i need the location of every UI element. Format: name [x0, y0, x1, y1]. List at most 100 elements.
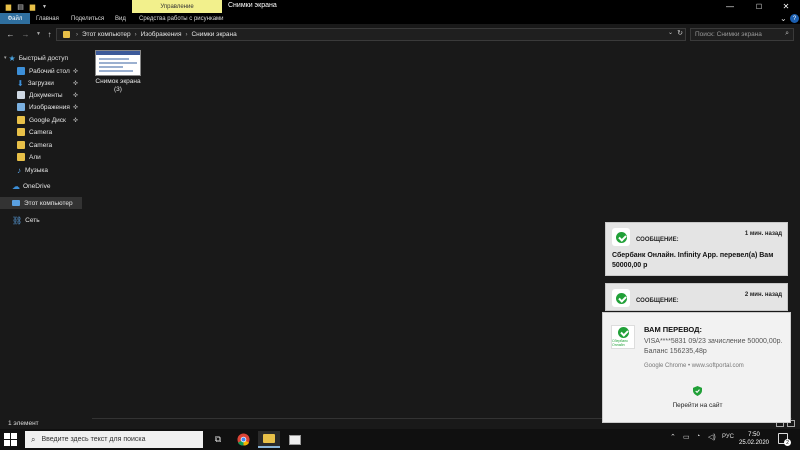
- folder-icon: [17, 153, 25, 161]
- taskbar: ⌕ ⧉ ⌃ ▭ ◔ ◁) РУС 7:50 25.02.2020 2: [0, 429, 800, 450]
- folder-icon: [17, 141, 25, 149]
- sidebar-item-label: OneDrive: [23, 182, 51, 190]
- pin-icon[interactable]: ✜: [73, 68, 78, 75]
- go-to-site-button[interactable]: Перейти на сайт: [603, 402, 792, 409]
- minimize-button[interactable]: —: [716, 0, 744, 13]
- new-folder-icon[interactable]: ▆: [28, 2, 37, 11]
- sidebar-item-camera[interactable]: Camera: [0, 126, 82, 138]
- navigation-bar: ← → ▼ ↑ › Этот компьютер › Изображения ›…: [0, 24, 800, 44]
- item-count: 1 элемент: [8, 420, 39, 427]
- shield-icon: [693, 386, 702, 396]
- address-bar[interactable]: › Этот компьютер › Изображения › Снимки …: [56, 28, 686, 41]
- tab-home[interactable]: Главная: [36, 13, 59, 24]
- task-view-icon[interactable]: ⧉: [207, 431, 229, 448]
- sidebar-item-pictures[interactable]: Изображения ✜: [0, 101, 82, 113]
- back-arrow-icon[interactable]: ←: [5, 28, 16, 40]
- network-tray-icon[interactable]: ◔: [696, 433, 700, 440]
- recent-chevron-icon[interactable]: ▼: [33, 28, 44, 40]
- window-title: Снимки экрана: [228, 2, 277, 9]
- sidebar-item-documents[interactable]: Документы ✜: [0, 89, 82, 101]
- sidebar-item-label: Изображения: [29, 103, 70, 111]
- chevron-down-icon: ▾: [4, 55, 7, 61]
- notification-count-badge: 2: [784, 439, 791, 446]
- sidebar-item-label: Camera: [29, 141, 53, 149]
- taskbar-search-input[interactable]: [41, 436, 192, 443]
- sidebar-item-label: Быстрый доступ: [18, 54, 69, 62]
- sidebar-item-google-drive[interactable]: Google Диск ✜: [0, 114, 82, 126]
- star-icon: ★: [8, 53, 16, 63]
- sidebar-item-label: Документы: [29, 91, 63, 99]
- computer-icon: [12, 200, 20, 206]
- notification-label: СООБЩЕНИЕ:: [636, 298, 679, 304]
- clock[interactable]: 7:50 25.02.2020: [736, 431, 772, 447]
- pin-icon[interactable]: ✜: [73, 80, 78, 87]
- chevron-down-icon[interactable]: ▼: [40, 2, 49, 11]
- pin-icon[interactable]: ✜: [73, 92, 78, 99]
- sidebar-item-desktop[interactable]: Рабочий стол ✜: [0, 65, 82, 77]
- chevron-down-icon[interactable]: ⌄: [668, 29, 673, 36]
- sidebar-item-camera[interactable]: Camera: [0, 139, 82, 151]
- cloud-icon: ☁: [12, 181, 20, 191]
- properties-icon[interactable]: ▤: [16, 2, 25, 11]
- music-icon: ♪: [17, 165, 21, 175]
- tab-manage[interactable]: Управление: [132, 0, 222, 13]
- forward-arrow-icon[interactable]: →: [20, 28, 31, 40]
- sidebar-item-onedrive[interactable]: ☁ OneDrive: [0, 180, 82, 192]
- notification-toast[interactable]: Сбербанк Онлайн ВАМ ПЕРЕВОД: VISA****583…: [602, 312, 791, 423]
- notification-card[interactable]: СООБЩЕНИЕ: 1 мин. назад Сбербанк Онлайн.…: [605, 222, 788, 276]
- download-icon: ⬇: [17, 78, 24, 88]
- sberbank-logo-icon: Сбербанк Онлайн: [611, 325, 635, 349]
- pin-icon[interactable]: ✜: [73, 117, 78, 124]
- title-bar: ▆ ▤ ▆ ▼ Управление Снимки экрана — ☐ ✕: [0, 0, 800, 13]
- sidebar-item-this-pc[interactable]: Этот компьютер: [0, 197, 82, 209]
- battery-icon[interactable]: ▭: [683, 433, 690, 441]
- folder-thumbnail: [95, 50, 141, 76]
- folder-item[interactable]: Снимок экрана (3): [92, 50, 144, 100]
- taskbar-search[interactable]: ⌕: [25, 431, 203, 448]
- network-icon: ⛓: [12, 215, 23, 225]
- refresh-icon[interactable]: ↻: [677, 29, 683, 37]
- sidebar-item-network[interactable]: ⛓ Сеть: [0, 214, 82, 226]
- folder-name: Снимок экрана: [95, 78, 141, 85]
- tab-file[interactable]: Файл: [0, 13, 30, 24]
- chevron-down-icon[interactable]: ⌄: [780, 13, 787, 24]
- pin-icon[interactable]: ✜: [73, 104, 78, 111]
- up-arrow-icon[interactable]: ↑: [44, 28, 55, 40]
- search-icon: ⌕: [31, 434, 36, 444]
- volume-icon[interactable]: ◁): [708, 433, 716, 441]
- search-icon: ⌕: [785, 30, 789, 37]
- chevron-right-icon: ›: [76, 31, 78, 38]
- notification-card[interactable]: СООБЩЕНИЕ: 2 мин. назад: [605, 283, 788, 311]
- notification-label: СООБЩЕНИЕ:: [636, 237, 679, 243]
- tab-picture-tools[interactable]: Средства работы с рисунками: [139, 13, 224, 24]
- logo-text: Сбербанк Онлайн: [612, 339, 628, 347]
- clock-time: 7:50: [748, 432, 760, 438]
- chevron-up-icon[interactable]: ⌃: [670, 433, 676, 441]
- maximize-button[interactable]: ☐: [745, 0, 773, 13]
- sidebar-item-downloads[interactable]: ⬇ Загрузки ✜: [0, 77, 82, 89]
- close-button[interactable]: ✕: [772, 0, 800, 13]
- sidebar-item-ali[interactable]: Али: [0, 151, 82, 163]
- photos-icon[interactable]: [284, 431, 306, 448]
- toast-source: Google Chrome • www.softportal.com: [644, 363, 744, 369]
- tab-share[interactable]: Поделиться: [71, 13, 104, 24]
- breadcrumb-this-pc[interactable]: Этот компьютер: [82, 31, 131, 38]
- tab-view[interactable]: Вид: [115, 13, 126, 24]
- language-indicator[interactable]: РУС: [722, 434, 734, 440]
- folder-label: Снимок экрана (3): [95, 78, 140, 94]
- breadcrumb-screenshots[interactable]: Снимки экрана: [191, 31, 236, 38]
- sidebar-item-music[interactable]: ♪ Музыка: [0, 164, 82, 176]
- breadcrumb-pictures[interactable]: Изображения: [141, 31, 182, 38]
- windows-start-icon[interactable]: [4, 433, 18, 446]
- search-input[interactable]: [695, 31, 779, 38]
- search-box[interactable]: ⌕: [690, 28, 794, 41]
- help-icon[interactable]: ?: [790, 14, 799, 23]
- sidebar-item-label: Рабочий стол: [29, 67, 70, 75]
- folder-icon: [17, 128, 25, 136]
- sidebar-item-quick-access[interactable]: ▾ ★ Быстрый доступ: [0, 52, 82, 64]
- folder-icon: [17, 116, 25, 124]
- chrome-icon[interactable]: [232, 431, 254, 448]
- sidebar-item-label: Музыка: [25, 166, 48, 174]
- file-explorer-icon[interactable]: [258, 431, 280, 448]
- folder-icon: ▆: [5, 3, 12, 11]
